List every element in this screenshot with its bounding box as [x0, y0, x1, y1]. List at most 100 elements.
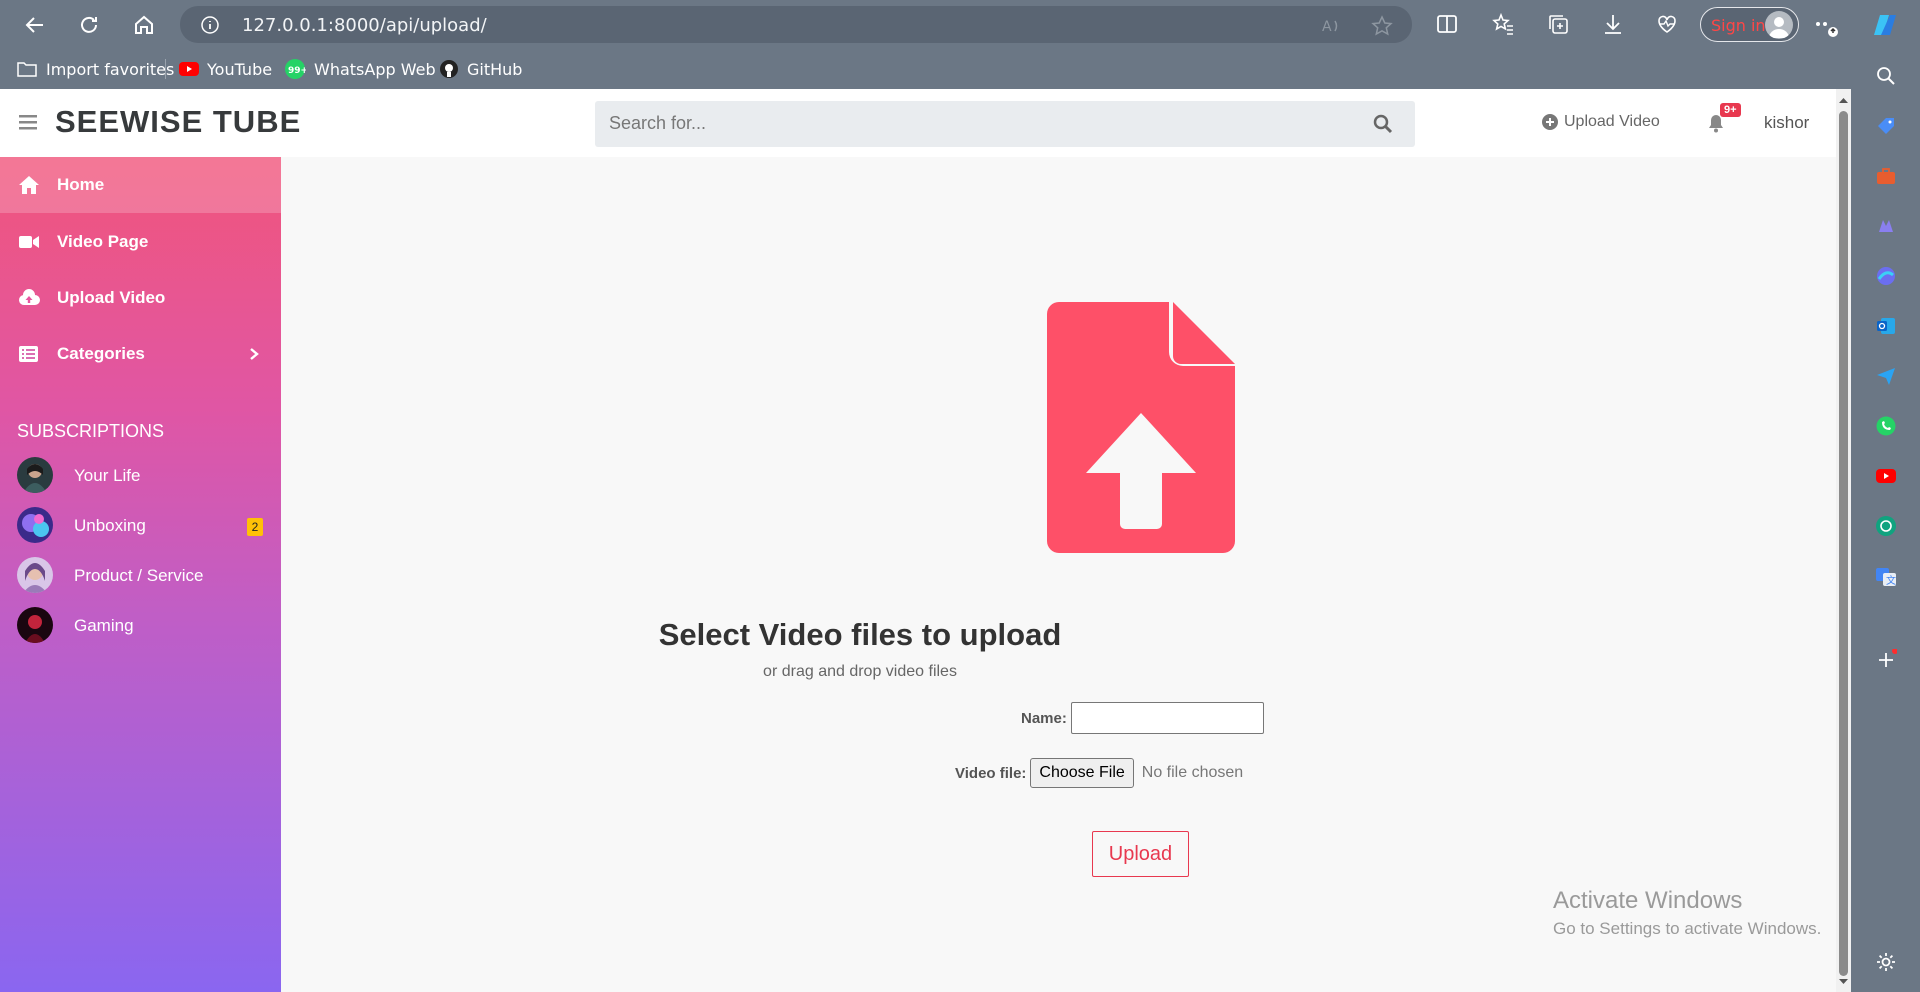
upload-title: Select Video files to upload	[658, 617, 1062, 652]
avatar	[17, 457, 53, 493]
download-icon[interactable]	[1601, 12, 1627, 38]
favorite-star-icon[interactable]	[1371, 15, 1393, 37]
choose-file-button[interactable]: Choose File	[1030, 758, 1134, 788]
bookmark-label: GitHub	[467, 59, 523, 79]
web-page: SEEWISE TUBE Upload Video 9+ kishor Home…	[0, 89, 1836, 992]
user-menu[interactable]: kishor	[1764, 113, 1809, 133]
subscription-item[interactable]: Your Life	[0, 454, 281, 498]
bookmarks-bar: Import favorites YouTube 99+ WhatsApp We…	[0, 49, 1851, 89]
watermark-line-1: Activate Windows	[1553, 887, 1743, 914]
chatgpt-icon[interactable]	[1875, 515, 1897, 537]
subscriptions-heading: SUBSCRIPTIONS	[17, 421, 165, 441]
tools-icon[interactable]	[1875, 165, 1897, 187]
outlook-icon[interactable]	[1875, 315, 1897, 337]
site-brand[interactable]: SEEWISE TUBE	[55, 104, 301, 140]
browser-toolbar: 127.0.0.1:8000/api/upload/ A Sign in	[0, 0, 1920, 49]
settings-gear-icon[interactable]	[1875, 951, 1897, 973]
search-box	[595, 101, 1415, 147]
github-icon	[440, 60, 458, 78]
page-scrollbar[interactable]	[1836, 89, 1851, 992]
svg-text:A: A	[1322, 19, 1332, 35]
folder-import-icon	[17, 62, 37, 77]
profile-avatar-icon	[1765, 11, 1793, 39]
search-sidebar-icon[interactable]	[1875, 65, 1897, 87]
shopping-tag-icon[interactable]	[1875, 115, 1897, 137]
header-upload-video-link[interactable]: Upload Video	[1542, 113, 1660, 131]
translate-icon[interactable]: 文	[1875, 565, 1897, 587]
search-icon[interactable]	[1372, 113, 1394, 135]
subscription-label: Your Life	[74, 466, 141, 485]
no-file-status: No file chosen	[1141, 764, 1244, 781]
subscription-item[interactable]: Unboxing 2	[0, 504, 281, 548]
plus-circle-icon	[1542, 114, 1558, 130]
subscription-label: Unboxing	[74, 516, 146, 535]
svg-text:99+: 99+	[288, 66, 306, 76]
send-icon[interactable]	[1875, 365, 1897, 387]
collections-icon[interactable]	[1546, 12, 1572, 38]
sidebar-item-video-page[interactable]: Video Page	[0, 214, 281, 270]
upload-button[interactable]: Upload	[1092, 831, 1189, 877]
sidebar-item-home[interactable]: Home	[0, 157, 281, 213]
avatar	[17, 507, 53, 543]
list-icon	[19, 346, 38, 362]
name-field-row: Name:	[1021, 702, 1264, 734]
notification-badge: 9+	[1720, 103, 1741, 117]
menu-toggle-icon[interactable]	[19, 114, 37, 130]
subscription-badge: 2	[247, 518, 263, 536]
url-text[interactable]: 127.0.0.1:8000/api/upload/	[242, 15, 487, 36]
scroll-down-arrow-icon	[1839, 979, 1848, 984]
sidebar: Home Video Page Upload Video Categories …	[0, 157, 281, 992]
name-label: Name:	[1021, 709, 1067, 727]
bookmark-youtube[interactable]: YouTube	[179, 57, 272, 81]
bookmark-whatsapp[interactable]: 99+ WhatsApp Web	[284, 57, 436, 81]
sidebar-item-upload-video[interactable]: Upload Video	[0, 270, 281, 326]
browser-side-panel: 文	[1851, 49, 1920, 992]
bookmark-import-favorites[interactable]: Import favorites	[16, 57, 174, 81]
performance-icon[interactable]	[1655, 12, 1681, 38]
video-camera-icon	[19, 236, 39, 248]
whatsapp-icon: 99+	[285, 59, 306, 79]
name-input[interactable]	[1070, 702, 1264, 734]
windows-activation-watermark: Activate Windows Go to Settings to activ…	[1553, 887, 1821, 939]
address-bar[interactable]: 127.0.0.1:8000/api/upload/ A	[180, 6, 1412, 43]
scroll-up-arrow-icon	[1839, 98, 1848, 103]
m365-icon[interactable]	[1875, 265, 1897, 287]
split-screen-icon[interactable]	[1435, 12, 1461, 38]
whatsapp-sidebar-icon[interactable]	[1875, 415, 1897, 437]
info-icon[interactable]	[200, 15, 220, 35]
bookmarks-divider	[165, 59, 166, 79]
read-aloud-icon[interactable]: A	[1320, 15, 1342, 37]
copilot-icon[interactable]	[1872, 12, 1898, 38]
more-options-icon[interactable]	[1814, 12, 1840, 38]
site-header: SEEWISE TUBE Upload Video 9+ kishor	[0, 89, 1836, 157]
upload-video-label: Upload Video	[1564, 113, 1660, 130]
youtube-icon	[179, 62, 199, 76]
home-browser-icon[interactable]	[129, 10, 159, 40]
sidebar-item-label: Home	[57, 175, 105, 194]
cloud-upload-icon	[18, 289, 40, 305]
home-icon	[19, 176, 39, 194]
back-icon[interactable]	[20, 10, 50, 40]
sidebar-item-label: Video Page	[57, 232, 149, 251]
bookmark-github[interactable]: GitHub	[439, 57, 522, 81]
refresh-icon[interactable]	[74, 10, 104, 40]
search-input[interactable]	[609, 113, 1349, 134]
youtube-sidebar-icon[interactable]	[1875, 465, 1897, 487]
sidebar-item-label: Upload Video	[57, 288, 166, 307]
scrollbar-thumb[interactable]	[1839, 111, 1848, 976]
games-icon[interactable]	[1875, 214, 1897, 236]
avatar	[17, 557, 53, 593]
chevron-right-icon	[250, 348, 259, 360]
sign-in-button[interactable]: Sign in	[1700, 7, 1799, 42]
file-upload-icon[interactable]	[1047, 302, 1235, 553]
bookmark-label: Import favorites	[46, 59, 175, 79]
favorites-icon[interactable]	[1491, 12, 1517, 38]
video-file-row: Video file: Choose File No file chosen	[955, 758, 1243, 788]
subscription-item[interactable]: Product / Service	[0, 554, 281, 598]
sidebar-item-label: Categories	[57, 344, 145, 363]
subscription-label: Product / Service	[74, 566, 204, 585]
upload-subtitle: or drag and drop video files	[763, 663, 957, 680]
add-sidebar-icon[interactable]	[1875, 648, 1898, 671]
svg-text:文: 文	[1886, 574, 1896, 587]
sidebar-item-categories[interactable]: Categories	[0, 326, 281, 382]
